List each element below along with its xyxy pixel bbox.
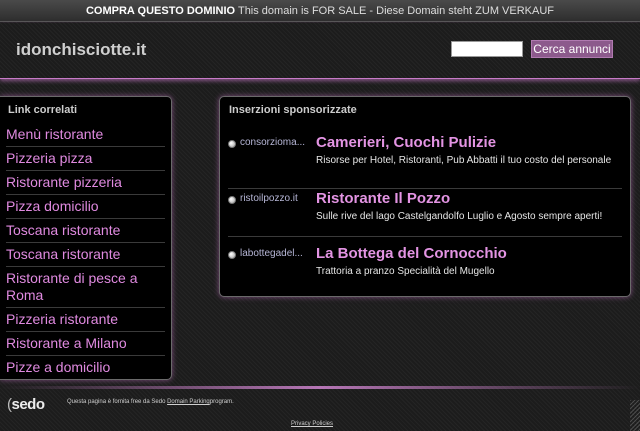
- privacy-policies-link[interactable]: Privacy Policies: [291, 421, 333, 427]
- ad-description: Sulle rive del lago Castelgandolfo Lugli…: [316, 211, 603, 222]
- related-links-list: Menù ristorante Pizzeria pizza Ristorant…: [0, 119, 171, 379]
- search-input[interactable]: [451, 41, 523, 57]
- ad-item: consorzioma... Camerieri, Cuochi Pulizie…: [228, 134, 624, 183]
- related-links-panel: Link correlati Menù ristorante Pizzeria …: [0, 96, 172, 380]
- site-title: idonchisciotte.it: [16, 40, 147, 59]
- related-link[interactable]: Pizze a domicilio: [6, 356, 165, 379]
- sedo-logo-text: sedo: [11, 396, 46, 413]
- related-link[interactable]: Ristorante pizzeria: [6, 171, 165, 195]
- ad-description: Risorse per Hotel, Ristoranti, Pub Abbat…: [316, 155, 612, 166]
- for-sale-text: This domain is FOR SALE - Diese Domain s…: [237, 5, 554, 17]
- ad-item: ristoilpozzo.it Ristorante Il Pozzo Sull…: [228, 190, 624, 239]
- footer-text-before: Questa pagina è fornita free da Sedo: [67, 399, 166, 405]
- ad-domain-link[interactable]: consorzioma...: [240, 137, 318, 148]
- ad-domain-link[interactable]: labottegadel...: [240, 248, 318, 259]
- related-links-heading: Link correlati: [8, 104, 78, 116]
- ad-title-link[interactable]: Camerieri, Cuochi Pulizie: [316, 134, 496, 151]
- ad-item: labottegadel... La Bottega del Cornocchi…: [228, 245, 624, 294]
- ad-domain-link[interactable]: ristoilpozzo.it: [240, 193, 318, 204]
- related-link[interactable]: Toscana ristorante: [6, 219, 165, 243]
- footer-text: Questa pagina è fornita free da Sedo Dom…: [67, 399, 234, 405]
- related-link[interactable]: Ristorante di pesce a Roma: [6, 267, 165, 308]
- footer-text-after: program.: [209, 399, 234, 405]
- ad-title-link[interactable]: La Bottega del Cornocchio: [316, 245, 507, 262]
- resize-grip: [630, 400, 640, 431]
- for-sale-banner[interactable]: COMPRA QUESTO DOMINIO This domain is FOR…: [0, 0, 640, 22]
- sedo-logo[interactable]: (sedo: [7, 396, 45, 413]
- bullet-icon: [228, 196, 236, 204]
- related-link[interactable]: Menù ristorante: [6, 123, 165, 147]
- buy-domain-label[interactable]: COMPRA QUESTO DOMINIO: [86, 5, 235, 17]
- related-link[interactable]: Toscana ristorante: [6, 243, 165, 267]
- bullet-icon: [228, 140, 236, 148]
- sponsored-ads-panel: Inserzioni sponsorizzate consorzioma... …: [219, 96, 631, 297]
- domain-parking-link[interactable]: Domain Parking: [167, 399, 210, 405]
- related-link[interactable]: Pizzeria ristorante: [6, 308, 165, 332]
- footer-divider: [0, 386, 640, 389]
- ad-divider: [228, 236, 622, 237]
- bullet-icon: [228, 251, 236, 259]
- ad-description: Trattoria a pranzo Specialità del Mugell…: [316, 266, 495, 277]
- related-link[interactable]: Pizza domicilio: [6, 195, 165, 219]
- related-link[interactable]: Pizzeria pizza: [6, 147, 165, 171]
- related-link[interactable]: Ristorante a Milano: [6, 332, 165, 356]
- ad-title-link[interactable]: Ristorante Il Pozzo: [316, 190, 450, 207]
- ad-divider: [228, 188, 622, 189]
- search-ads-button[interactable]: Cerca annunci: [531, 40, 613, 58]
- sponsored-ads-heading: Inserzioni sponsorizzate: [229, 104, 357, 116]
